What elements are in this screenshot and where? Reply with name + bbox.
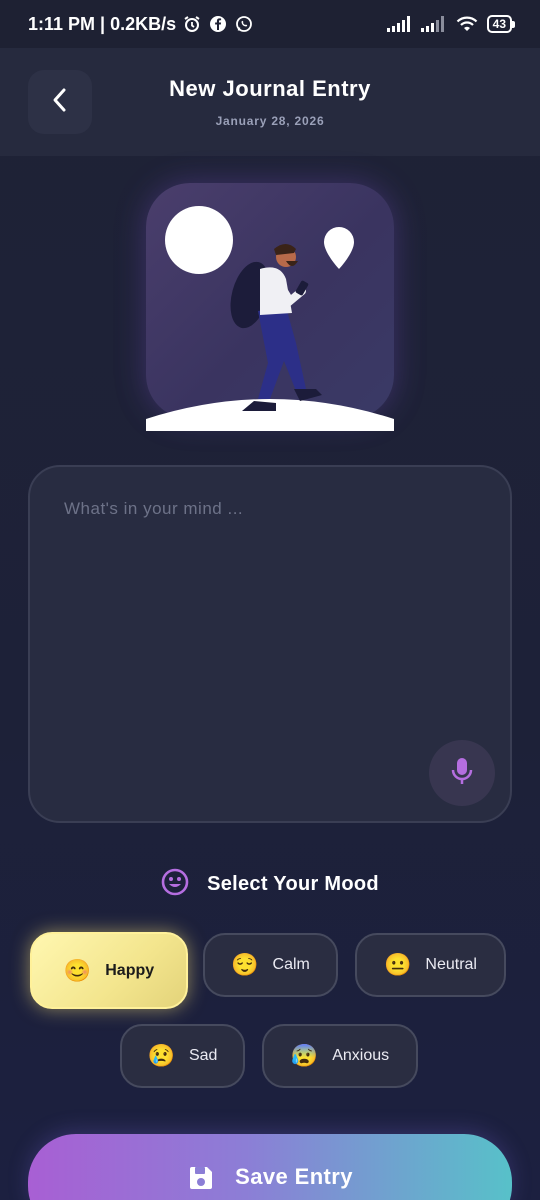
status-left: 1:11 PM | 0.2KB/s	[28, 14, 254, 35]
mood-option-label: Neutral	[425, 956, 477, 973]
smiley-face-icon	[161, 868, 189, 901]
mood-option-calm[interactable]: 😌 Calm	[203, 933, 338, 997]
mood-option-label: Anxious	[332, 1047, 390, 1064]
happy-emoji-icon: 😊	[63, 957, 92, 983]
mood-option-neutral[interactable]: 😐 Neutral	[355, 933, 506, 997]
status-right: 43	[386, 14, 516, 34]
mood-option-label: Happy	[105, 961, 155, 979]
sad-emoji-icon: 😢	[147, 1043, 175, 1068]
journal-text-input[interactable]	[64, 499, 484, 759]
page-title: New Journal Entry	[169, 76, 371, 101]
journal-illustration	[146, 183, 394, 433]
floppy-disk-icon	[187, 1164, 215, 1197]
app-header: New Journal Entry January 28, 2026	[0, 48, 540, 156]
anxious-emoji-icon: 😰	[290, 1043, 319, 1068]
wifi-icon	[455, 14, 479, 34]
microphone-icon	[451, 756, 473, 791]
battery-indicator: 43	[486, 15, 516, 33]
journal-text-card	[28, 465, 512, 823]
signal-secondary-icon	[420, 14, 447, 34]
status-time: 1:11 PM | 0.2KB/s	[28, 13, 177, 34]
mood-heading-label: Select Your Mood	[207, 873, 379, 895]
microphone-button[interactable]	[429, 740, 495, 806]
mood-option-happy[interactable]: 😊 Happy	[30, 932, 188, 1009]
whatsapp-icon	[234, 14, 254, 34]
neutral-emoji-icon: 😐	[384, 952, 412, 977]
status-bar: 1:11 PM | 0.2KB/s 43	[0, 0, 540, 48]
mood-heading: Select Your Mood	[0, 868, 540, 901]
facebook-icon	[208, 14, 228, 34]
alarm-icon	[182, 14, 202, 34]
save-entry-label: Save Entry	[235, 1164, 353, 1189]
mood-option-sad[interactable]: 😢 Sad	[120, 1024, 245, 1088]
mood-option-anxious[interactable]: 😰 Anxious	[262, 1024, 418, 1088]
walking-traveler-illustration	[146, 206, 394, 431]
save-entry-button[interactable]: Save Entry	[28, 1134, 512, 1200]
calm-emoji-icon: 😌	[231, 952, 259, 977]
mood-option-label: Calm	[272, 956, 310, 973]
signal-icon	[386, 14, 413, 34]
mood-option-label: Sad	[188, 1047, 218, 1064]
entry-date: January 28, 2026	[215, 114, 325, 128]
